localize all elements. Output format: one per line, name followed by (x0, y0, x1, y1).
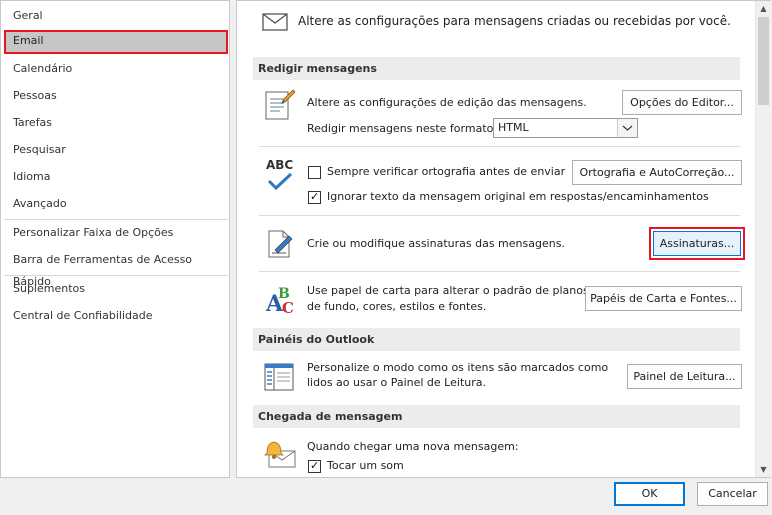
signatures-text: Crie ou modifique assinaturas das mensag… (307, 237, 565, 250)
section-heading-compose: Redigir mensagens (253, 57, 740, 80)
sidebar-item-pessoas[interactable]: Pessoas (4, 85, 228, 107)
section-divider (259, 215, 740, 216)
intro-text: Altere as configurações para mensagens c… (298, 14, 731, 28)
spell-check-label: Sempre verificar ortografia antes de env… (327, 165, 566, 178)
svg-text:C: C (282, 299, 294, 315)
envelope-icon (262, 13, 288, 31)
edit-document-icon (265, 89, 296, 120)
checkmark-icon: ✓ (310, 459, 320, 472)
section-heading-panes: Painéis do Outlook (253, 328, 740, 351)
vertical-scrollbar[interactable]: ▲ ▼ (755, 1, 771, 477)
section-heading-arrival: Chegada de mensagem (253, 405, 740, 428)
stationery-text-line1: Use papel de carta para alterar o padrão… (307, 284, 589, 297)
sidebar-divider (4, 219, 228, 220)
reading-pane-icon (264, 363, 294, 391)
reading-pane-button[interactable]: Painel de Leitura... (627, 364, 742, 389)
stationery-text-line2: de fundo, cores, estilos e fontes. (307, 300, 487, 313)
arrival-text: Quando chegar uma nova mensagem: (307, 440, 519, 453)
email-options-pane: Altere as configurações para mensagens c… (236, 0, 771, 478)
sidebar-item-avancado[interactable]: Avançado (4, 193, 228, 215)
sidebar-item-barra-acesso-rapido[interactable]: Barra de Ferramentas de Acesso Rápido (4, 249, 228, 288)
sidebar-item-email[interactable]: Email (4, 30, 228, 54)
sidebar-item-calendario[interactable]: Calendário (4, 58, 228, 80)
panes-text-line2: lidos ao usar o Painel de Leitura. (307, 376, 486, 389)
chevron-down-icon[interactable] (617, 119, 637, 137)
ignore-original-checkbox[interactable]: ✓ (308, 190, 321, 204)
abc-icon-label: ABC (266, 158, 294, 172)
scrollbar-thumb[interactable] (758, 17, 769, 105)
signature-icon (268, 230, 293, 258)
spell-check-checkbox[interactable] (308, 166, 321, 179)
spelling-autocorrect-button[interactable]: Ortografia e AutoCorreção... (572, 160, 742, 185)
sidebar-item-personalizar-faixa[interactable]: Personalizar Faixa de Opções (4, 222, 228, 244)
stationery-fonts-button[interactable]: Papéis de Carta e Fontes... (585, 286, 742, 311)
sidebar-divider (4, 275, 228, 276)
play-sound-checkbox[interactable]: ✓ (308, 459, 321, 473)
sidebar-item-suplementos[interactable]: Suplementos (4, 278, 228, 300)
checkmark-icon (267, 172, 293, 191)
sidebar-item-pesquisar[interactable]: Pesquisar (4, 139, 228, 161)
sidebar-item-central-confiabilidade[interactable]: Central de Confiabilidade (4, 305, 228, 327)
play-sound-label: Tocar um som (327, 459, 404, 472)
new-mail-bell-icon (264, 441, 296, 468)
cancel-button[interactable]: Cancelar (697, 482, 768, 506)
sidebar-item-geral[interactable]: Geral (4, 5, 228, 27)
scroll-up-icon[interactable]: ▲ (756, 1, 771, 16)
editor-options-button[interactable]: Opções do Editor... (622, 90, 742, 115)
scroll-down-icon[interactable]: ▼ (756, 462, 771, 477)
editing-options-text: Altere as configurações de edição das me… (307, 96, 587, 109)
compose-format-label: Redigir mensagens neste formato: (307, 122, 498, 135)
sidebar-item-tarefas[interactable]: Tarefas (4, 112, 228, 134)
options-category-list: Geral Email Calendário Pessoas Tarefas P… (0, 0, 230, 478)
section-divider (259, 271, 740, 272)
checkmark-icon: ✓ (310, 190, 320, 203)
stationery-fonts-icon: A B C (265, 286, 294, 315)
sidebar-item-idioma[interactable]: Idioma (4, 166, 228, 188)
compose-format-value: HTML (498, 121, 529, 134)
ignore-original-label: Ignorar texto da mensagem original em re… (327, 190, 709, 203)
ok-button[interactable]: OK (614, 482, 685, 506)
panes-text-line1: Personalize o modo como os itens são mar… (307, 361, 609, 374)
compose-format-select[interactable]: HTML (493, 118, 638, 138)
signatures-button[interactable]: Assinaturas... (653, 231, 741, 256)
section-divider (259, 146, 740, 147)
